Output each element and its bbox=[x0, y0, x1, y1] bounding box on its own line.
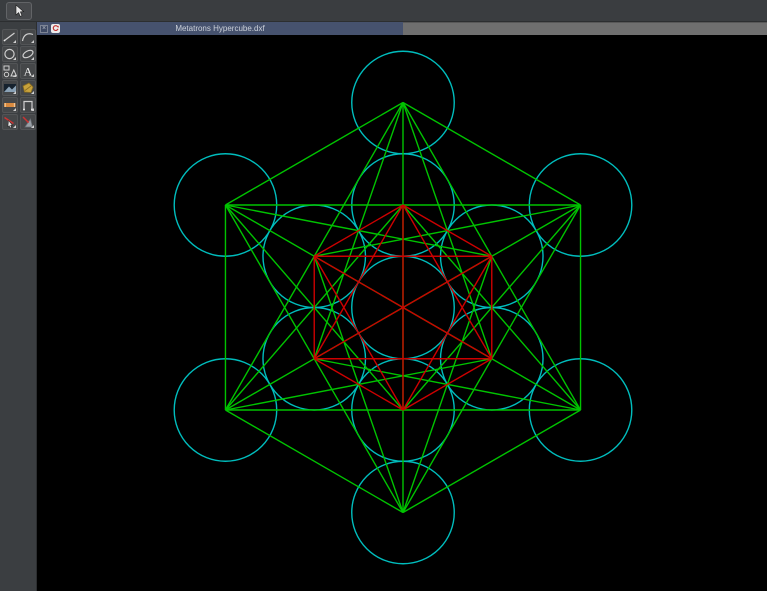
circle-icon bbox=[3, 47, 17, 61]
tool-hatch-button[interactable] bbox=[20, 80, 36, 96]
tool-arc-button[interactable] bbox=[20, 29, 36, 45]
tab-bar-empty-area bbox=[403, 22, 767, 35]
cad-entity-line-green[interactable] bbox=[402, 409, 581, 514]
cad-drawing[interactable] bbox=[37, 35, 767, 591]
tool-order-button[interactable] bbox=[20, 97, 36, 113]
tab-bar: × Metatrons Hypercube.dxf bbox=[37, 22, 767, 35]
dimension-icon bbox=[3, 98, 17, 112]
tab-close-icon[interactable]: × bbox=[40, 24, 48, 33]
document-tab[interactable]: × Metatrons Hypercube.dxf bbox=[37, 22, 403, 35]
cad-entity-line-red[interactable] bbox=[313, 204, 404, 257]
order-bracket-icon bbox=[21, 98, 35, 112]
tool-dimension-button[interactable] bbox=[2, 97, 18, 113]
cad-entity-line-green[interactable] bbox=[402, 101, 581, 206]
select-tool-button[interactable] bbox=[6, 2, 32, 20]
explode-icon bbox=[21, 115, 35, 129]
image-icon bbox=[3, 81, 17, 95]
cad-entity-line-red[interactable] bbox=[402, 204, 493, 257]
tool-ellipse-button[interactable] bbox=[20, 46, 36, 62]
cad-entity-line-red[interactable] bbox=[313, 358, 404, 411]
tool-text-button[interactable]: A bbox=[20, 63, 36, 79]
ellipse-icon bbox=[21, 47, 35, 61]
tool-image-button[interactable] bbox=[2, 80, 18, 96]
cad-entity-line-green[interactable] bbox=[225, 101, 404, 206]
svg-text:A: A bbox=[24, 65, 33, 79]
text-a-icon: A bbox=[21, 64, 35, 79]
cad-entity-line-red[interactable] bbox=[402, 358, 493, 411]
top-toolbar bbox=[0, 0, 767, 22]
cad-entity-line-green[interactable] bbox=[225, 409, 404, 514]
tab-label: Metatrons Hypercube.dxf bbox=[175, 24, 265, 33]
hatch-icon bbox=[21, 81, 35, 95]
tool-polyline-button[interactable] bbox=[2, 63, 18, 79]
tool-modify-button[interactable] bbox=[2, 114, 18, 130]
cursor-arrow-icon bbox=[13, 4, 25, 18]
modify-arrow-icon bbox=[3, 115, 17, 129]
cad-entity-line-red[interactable] bbox=[402, 255, 493, 411]
tool-grid: A bbox=[0, 22, 36, 130]
polyline-shapes-icon bbox=[3, 64, 17, 78]
line-icon bbox=[3, 30, 17, 44]
drawing-canvas-area[interactable] bbox=[37, 35, 767, 591]
left-toolbar: A bbox=[0, 22, 37, 591]
application-window: A × Metatrons Hypercube.dxf bbox=[0, 0, 767, 591]
tool-circle-button[interactable] bbox=[2, 46, 18, 62]
document-drawing-icon bbox=[51, 24, 60, 33]
arc-icon bbox=[21, 30, 35, 44]
tool-explode-button[interactable] bbox=[20, 114, 36, 130]
tool-line-button[interactable] bbox=[2, 29, 18, 45]
